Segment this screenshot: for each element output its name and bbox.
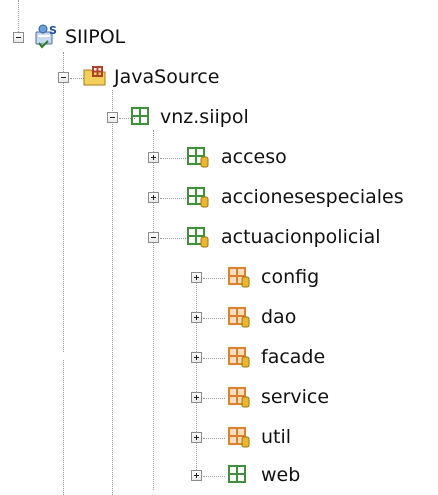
tree-node-label: facade: [261, 346, 326, 368]
svg-text:S: S: [49, 24, 57, 37]
package-icon: [227, 306, 250, 328]
tree-node-label: dao: [261, 306, 297, 328]
package-icon: [227, 464, 249, 486]
package-icon: [186, 186, 209, 208]
tree-node-label: web: [261, 464, 301, 486]
tree-node-subpackage[interactable]: facade: [0, 342, 438, 372]
expand-toggle[interactable]: [191, 312, 202, 323]
tree-node-label: acceso: [221, 146, 287, 168]
tree-node-subpackage[interactable]: config: [0, 262, 438, 292]
tree-node-subpackage[interactable]: service: [0, 382, 438, 412]
package-icon: [227, 386, 250, 408]
package-icon: [227, 426, 250, 448]
java-project-icon: S: [35, 24, 57, 49]
collapse-toggle[interactable]: [148, 232, 159, 243]
tree-node-subpackage[interactable]: dao: [0, 302, 438, 332]
expand-toggle[interactable]: [191, 352, 202, 363]
package-icon: [227, 346, 250, 368]
expand-toggle[interactable]: [148, 152, 159, 163]
tree-node-root-package[interactable]: vnz.siipol: [0, 102, 300, 132]
tree-node-project[interactable]: S SIIPOL: [0, 22, 200, 52]
expand-toggle[interactable]: [148, 192, 159, 203]
tree-node-package[interactable]: actuacionpolicial: [0, 222, 438, 252]
tree-node-package[interactable]: accionesespeciales: [0, 182, 438, 212]
expand-toggle[interactable]: [191, 392, 202, 403]
tree-node-subpackage[interactable]: util: [0, 422, 438, 452]
tree-node-label: accionesespeciales: [221, 186, 404, 208]
expand-toggle[interactable]: [191, 432, 202, 443]
package-icon: [186, 226, 209, 248]
collapse-toggle[interactable]: [58, 72, 69, 83]
tree-node-label: SIIPOL: [65, 26, 126, 48]
expand-toggle[interactable]: [191, 470, 202, 481]
source-folder-icon: [83, 65, 106, 87]
tree-node-subpackage[interactable]: web: [0, 460, 438, 490]
collapse-toggle[interactable]: [107, 112, 118, 123]
tree-node-label: util: [261, 426, 292, 448]
tree-node-label: config: [261, 266, 320, 288]
package-icon: [130, 106, 152, 128]
collapse-toggle[interactable]: [13, 32, 24, 43]
tree-node-label: JavaSource: [114, 66, 220, 88]
tree-node-label: vnz.siipol: [160, 106, 249, 128]
package-icon: [186, 146, 209, 168]
tree-node-label: actuacionpolicial: [221, 226, 381, 248]
tree-node-package[interactable]: acceso: [0, 142, 438, 172]
tree-node-source-folder[interactable]: JavaSource: [0, 62, 300, 92]
tree-node-label: service: [261, 386, 330, 408]
package-icon: [227, 266, 250, 288]
expand-toggle[interactable]: [191, 272, 202, 283]
